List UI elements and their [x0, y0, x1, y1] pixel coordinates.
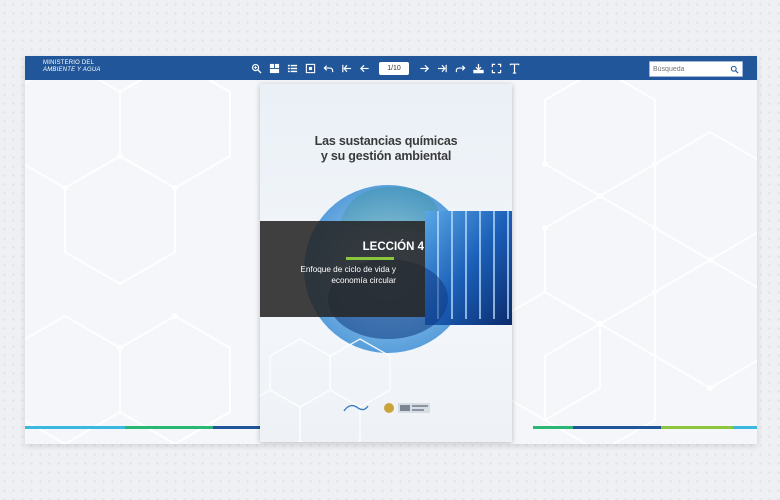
lesson-underline: [346, 257, 394, 260]
text-icon: [509, 63, 519, 74]
search-icon: [730, 65, 738, 73]
search-button[interactable]: [727, 62, 741, 76]
color-bar-segment: [25, 426, 125, 429]
flipbook-viewer: MINISTERIO DEL AMBIENTE Y AGUA 1/10 Búsq…: [25, 56, 757, 444]
cover-title-line-2: y su gestión ambiental: [320, 149, 452, 163]
last-page-icon: [437, 64, 447, 72]
lesson-number: LECCIÓN 4: [362, 241, 424, 253]
lesson-description-line-2: economía circular: [331, 275, 396, 285]
book-page-cover[interactable]: Las sustancias químicas y su gestión amb…: [260, 84, 512, 442]
fullscreen-icon: [491, 63, 501, 73]
zoom-in-icon: [251, 63, 262, 74]
download-button[interactable]: [469, 59, 487, 77]
brand-line-2: AMBIENTE Y AGUA: [43, 67, 101, 73]
previous-page-button[interactable]: [355, 59, 373, 77]
page-indicator[interactable]: 1/10: [379, 61, 409, 75]
lesson-description: Enfoque de ciclo de vida y economía circ…: [286, 265, 396, 286]
color-bar-segment: [533, 426, 573, 429]
table-of-contents-icon: [287, 64, 297, 72]
brand-line-1: MINISTERIO DEL: [43, 60, 95, 66]
reading-area: Las sustancias químicas y su gestión amb…: [25, 80, 757, 444]
undo-button[interactable]: [319, 59, 337, 77]
previous-page-icon: [359, 64, 369, 72]
toolbar: MINISTERIO DEL AMBIENTE Y AGUA 1/10 Búsq…: [25, 56, 757, 80]
lesson-description-line-1: Enfoque de ciclo de vida y: [300, 265, 396, 274]
fit-page-button[interactable]: [301, 59, 319, 77]
color-bar-segment: [125, 426, 213, 429]
undo-icon: [323, 64, 333, 72]
share-icon: [455, 64, 465, 72]
thumbnails-button[interactable]: [265, 59, 283, 77]
text-mode-button[interactable]: [505, 59, 523, 77]
partner-logos: [343, 403, 430, 413]
share-button[interactable]: [451, 59, 469, 77]
color-bar-segment: [573, 426, 661, 429]
thumbnails-icon: [269, 63, 279, 73]
next-page-button[interactable]: [415, 59, 433, 77]
ministry-logo: MINISTERIO DEL AMBIENTE Y AGUA: [43, 60, 101, 74]
download-icon: [472, 63, 484, 73]
first-page-icon: [341, 64, 351, 72]
fullscreen-button[interactable]: [487, 59, 505, 77]
color-bar-segment: [661, 426, 733, 429]
first-page-button[interactable]: [337, 59, 355, 77]
cover-title-line-1: Las sustancias químicas: [314, 134, 458, 148]
search-input[interactable]: [650, 63, 727, 75]
next-page-icon: [419, 64, 429, 72]
last-page-button[interactable]: [433, 59, 451, 77]
partner-logo-2: [384, 403, 394, 413]
color-bar-segment: [733, 426, 757, 429]
cover-title: Las sustancias químicas y su gestión amb…: [260, 134, 512, 164]
color-bar-segment: [213, 426, 263, 429]
table-of-contents-button[interactable]: [283, 59, 301, 77]
search-box: [649, 61, 743, 77]
zoom-in-button[interactable]: [247, 59, 265, 77]
partner-logo-1: [343, 404, 369, 412]
fit-page-icon: [305, 63, 315, 73]
toolbar-controls: 1/10: [247, 56, 523, 80]
